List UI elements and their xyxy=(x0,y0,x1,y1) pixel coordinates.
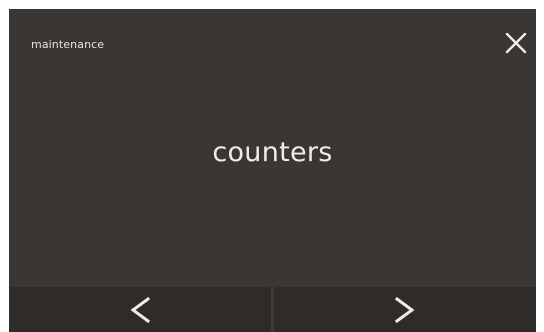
close-icon xyxy=(505,32,527,54)
previous-button[interactable] xyxy=(9,287,271,332)
maintenance-screen: maintenance counters xyxy=(9,9,536,332)
page-title: counters xyxy=(212,137,333,168)
screen-title: maintenance xyxy=(31,38,105,51)
navigation-bar xyxy=(9,287,536,332)
chevron-right-icon xyxy=(394,296,415,323)
chevron-left-icon xyxy=(130,296,151,323)
next-button[interactable] xyxy=(274,287,536,332)
close-button[interactable] xyxy=(500,27,532,59)
